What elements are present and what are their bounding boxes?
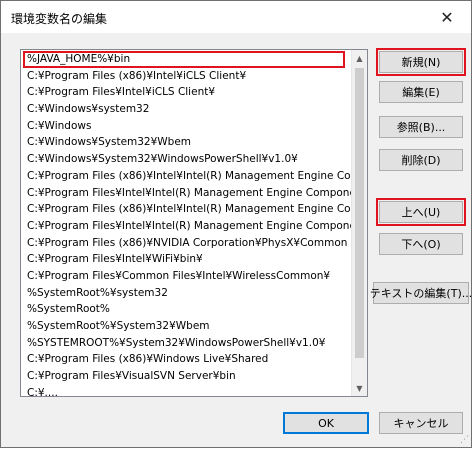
list-item-text: C:¥Program Files¥Common Files¥Intel¥Wire… — [27, 269, 331, 282]
list-item-text: C:¥Windows¥System32¥WindowsPowerShell¥v1… — [27, 153, 298, 166]
list-item-text: %SystemRoot%¥system32 — [27, 286, 168, 299]
list-item-text: C:¥Program Files (x86)¥Windows Live¥Shar… — [27, 353, 269, 366]
list-item[interactable]: C:¥Program Files (x86)¥Intel¥Intel(R) Ma… — [21, 168, 351, 185]
list-item-text: C:¥Program Files¥Intel¥Intel(R) Manageme… — [27, 219, 351, 232]
list-item-text: C:¥Program Files (x86)¥Intel¥Intel(R) Ma… — [27, 203, 351, 216]
list-item-text: C:¥Program Files (x86)¥Intel¥iCLS Client… — [27, 69, 247, 82]
list-item-text: C:¥.... — [27, 386, 58, 397]
list-item-text: C:¥Program Files¥Intel¥WiFi¥bin¥ — [27, 253, 203, 266]
cancel-button[interactable]: キャンセル — [379, 412, 463, 434]
list-item[interactable]: %SystemRoot%¥System32¥Wbem — [21, 318, 351, 335]
browse-button[interactable]: 参照(B)... — [379, 116, 463, 138]
ok-button[interactable]: OK — [283, 412, 369, 434]
editing-entry-text[interactable]: %JAVA_HOME%¥bin — [27, 53, 130, 65]
list-item-text: %SystemRoot% — [27, 303, 110, 316]
list-item[interactable]: C:¥Windows¥System32¥WindowsPowerShell¥v1… — [21, 151, 351, 168]
path-entries-rows: %JAVA_HOME%¥bin C:¥Program Files (x86)¥I… — [21, 50, 351, 397]
list-item[interactable]: C:¥Program Files (x86)¥NVIDIA Corporatio… — [21, 235, 351, 252]
list-item[interactable]: %SystemRoot%¥system32 — [21, 285, 351, 302]
list-item[interactable]: C:¥Program Files¥Intel¥Intel(R) Manageme… — [21, 218, 351, 235]
list-item-text: C:¥Program Files¥VisualSVN Server¥bin — [27, 370, 236, 383]
new-button[interactable]: 新規(N) — [376, 48, 466, 76]
list-item[interactable]: C:¥Program Files¥Intel¥Intel(R) Manageme… — [21, 185, 351, 202]
move-up-button[interactable]: 上へ(U) — [376, 198, 466, 226]
scrollbar-thumb[interactable] — [355, 68, 364, 358]
list-item[interactable]: C:¥Program Files (x86)¥Windows Live¥Shar… — [21, 351, 351, 368]
move-down-button[interactable]: 下へ(O) — [379, 233, 463, 255]
dialog-title: 環境変数名の編集 — [11, 12, 108, 26]
list-item[interactable]: C:¥Program Files¥Common Files¥Intel¥Wire… — [21, 268, 351, 285]
edit-text-button[interactable]: テキストの編集(T)... — [370, 282, 472, 304]
list-item[interactable]: %SystemRoot% — [21, 301, 351, 318]
list-item-text: C:¥Program Files (x86)¥NVIDIA Corporatio… — [27, 236, 348, 249]
scroll-up-arrow-icon[interactable]: ▲ — [352, 50, 367, 66]
close-icon[interactable]: ✕ — [425, 1, 469, 33]
list-item-text: C:¥Windows¥system32 — [27, 103, 150, 116]
list-item-text: %SYSTEMROOT%¥System32¥WindowsPowerShell¥… — [27, 336, 326, 349]
list-item-text: C:¥Windows¥System32¥Wbem — [27, 136, 192, 149]
list-item[interactable]: C:¥Program Files (x86)¥Intel¥Intel(R) Ma… — [21, 201, 351, 218]
list-item[interactable]: C:¥Program Files¥Intel¥WiFi¥bin¥ — [21, 251, 351, 268]
list-item-text: C:¥Program Files¥Intel¥Intel(R) Manageme… — [27, 186, 351, 199]
list-item[interactable]: C:¥.... — [21, 385, 351, 397]
vertical-scrollbar[interactable]: ▲ ▼ — [351, 50, 367, 396]
list-item-text: C:¥Program Files (x86)¥Intel¥Intel(R) Ma… — [27, 169, 351, 182]
list-item-text: %SystemRoot%¥System32¥Wbem — [27, 320, 210, 332]
title-bar: 環境変数名の編集 ✕ — [1, 1, 471, 33]
list-item[interactable]: C:¥Windows¥system32 — [21, 101, 351, 118]
list-item[interactable]: C:¥Program Files (x86)¥Intel¥iCLS Client… — [21, 68, 351, 85]
list-item-text: C:¥Program Files¥Intel¥iCLS Client¥ — [27, 86, 216, 99]
list-item-editing[interactable]: %JAVA_HOME%¥bin — [23, 51, 345, 68]
edit-button[interactable]: 編集(E) — [379, 81, 463, 103]
resize-grip-icon[interactable]: ⋰ — [460, 435, 469, 445]
edit-environment-variable-dialog: 環境変数名の編集 ✕ %JAVA_HOME%¥bin C:¥Program Fi… — [0, 0, 472, 448]
list-item[interactable]: C:¥Windows — [21, 118, 351, 135]
delete-button[interactable]: 削除(D) — [379, 149, 463, 171]
list-item[interactable]: C:¥Program Files¥VisualSVN Server¥bin — [21, 368, 351, 385]
list-item[interactable]: %SYSTEMROOT%¥System32¥WindowsPowerShell¥… — [21, 335, 351, 352]
list-item-text: C:¥Windows — [27, 119, 92, 132]
path-entries-list[interactable]: %JAVA_HOME%¥bin C:¥Program Files (x86)¥I… — [20, 49, 368, 397]
list-item[interactable]: C:¥Windows¥System32¥Wbem — [21, 134, 351, 151]
list-item[interactable]: C:¥Program Files¥Intel¥iCLS Client¥ — [21, 84, 351, 101]
scroll-down-arrow-icon[interactable]: ▼ — [352, 380, 367, 396]
